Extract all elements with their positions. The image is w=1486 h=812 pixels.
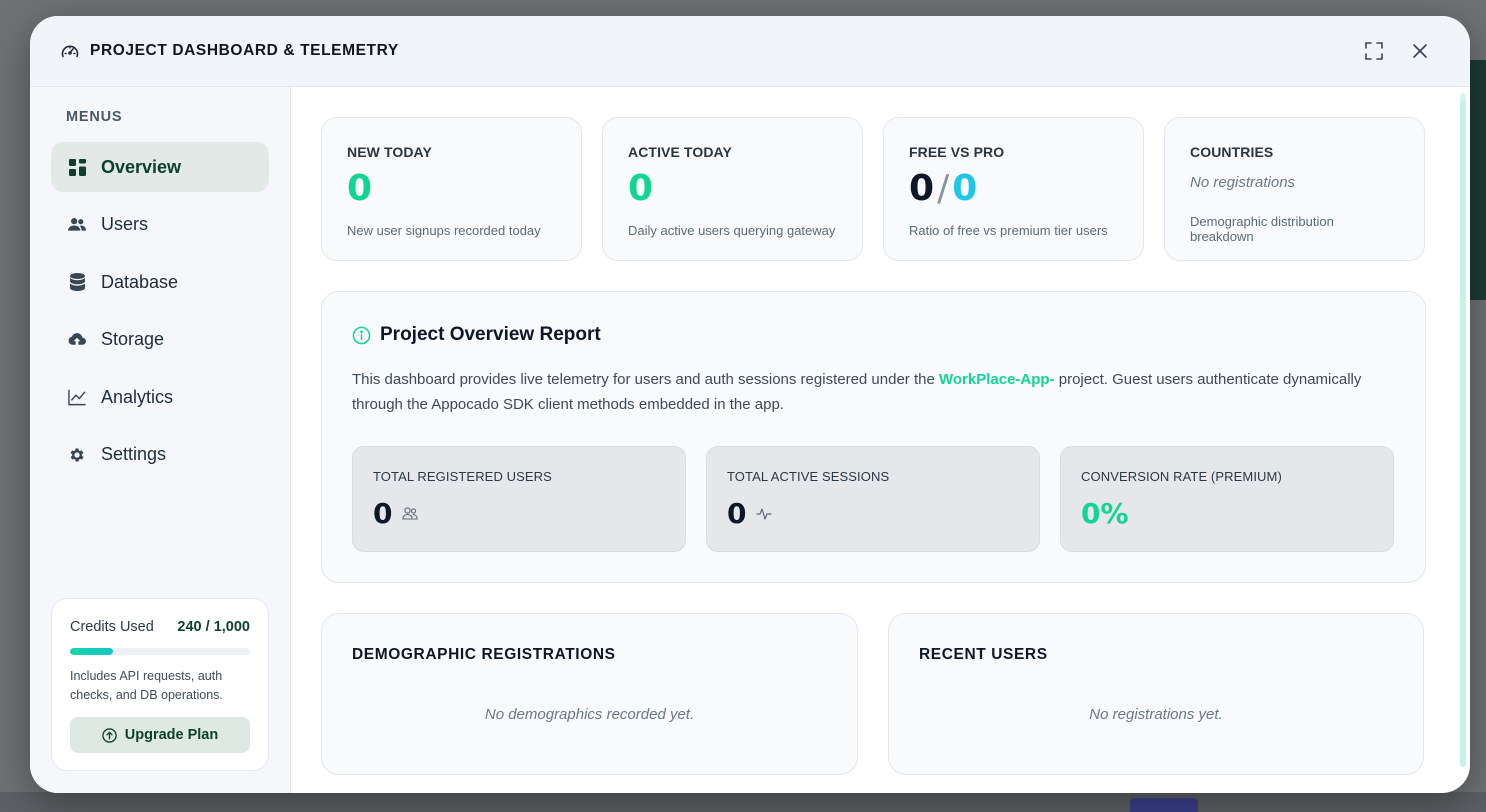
main-content: NEW TODAY 0 New user signups recorded to… <box>291 87 1470 793</box>
modal-title: PROJECT DASHBOARD & TELEMETRY <box>90 42 399 59</box>
stat-desc: New user signups recorded today <box>347 223 541 238</box>
metric-label: TOTAL ACTIVE SESSIONS <box>727 469 890 484</box>
sidebar-item-label: Settings <box>101 444 167 464</box>
metric-total-registered-users: TOTAL REGISTERED USERS 0 <box>352 446 686 552</box>
close-button[interactable] <box>1410 41 1430 61</box>
line-chart-icon <box>68 388 86 406</box>
panel-empty-state: No demographics recorded yet. <box>484 706 695 723</box>
stat-card-free-vs-pro: FREE VS PRO 0/0 Ratio of free vs premium… <box>883 117 1144 261</box>
ratio-slash: / <box>937 168 950 209</box>
arrow-up-circle-icon <box>102 727 117 743</box>
dashboard-modal: PROJECT DASHBOARD & TELEMETRY MENUS Over… <box>30 16 1470 793</box>
grid-icon <box>68 158 86 176</box>
upgrade-plan-button[interactable]: Upgrade Plan <box>70 717 250 753</box>
sidebar-item-settings[interactable]: Settings <box>51 430 269 480</box>
credits-progress-bar <box>70 648 250 655</box>
credits-card: Credits Used 240 / 1,000 Includes API re… <box>51 598 269 771</box>
panel-title: DEMOGRAPHIC REGISTRATIONS <box>352 646 616 663</box>
stat-title: ACTIVE TODAY <box>628 144 732 160</box>
metric-value: 0 <box>373 497 393 530</box>
fullscreen-button[interactable] <box>1364 41 1384 61</box>
menus-label: MENUS <box>66 109 123 125</box>
sidebar-item-users[interactable]: Users <box>51 200 269 250</box>
credits-value: 240 / 1,000 <box>177 619 250 635</box>
sidebar-item-database[interactable]: Database <box>51 257 269 307</box>
stat-value: 0 <box>347 168 373 209</box>
sidebar-item-label: Users <box>101 214 149 234</box>
info-icon <box>352 326 371 344</box>
free-count: 0 <box>909 168 935 209</box>
credits-note: Includes API requests, auth checks, and … <box>70 669 223 702</box>
credits-progress-fill <box>70 648 114 655</box>
gear-icon <box>68 446 86 464</box>
stat-title: FREE VS PRO <box>909 144 1005 160</box>
users-icon <box>68 216 86 234</box>
sidebar: MENUS Overview Users Database Storage An… <box>30 87 291 793</box>
close-icon <box>1413 44 1427 58</box>
gauge-icon <box>60 41 80 61</box>
metric-value: 0 <box>727 497 747 530</box>
bottom-panels: DEMOGRAPHIC REGISTRATIONS No demographic… <box>321 613 1426 775</box>
stat-desc: Daily active users querying gateway <box>628 223 836 238</box>
scrollbar-thumb[interactable] <box>1460 101 1466 767</box>
metrics-row: TOTAL REGISTERED USERS 0 TOTAL ACTIVE SE… <box>352 446 1395 552</box>
demographic-registrations-panel: DEMOGRAPHIC REGISTRATIONS No demographic… <box>321 613 858 775</box>
report-text: This dashboard provides live telemetry f… <box>352 367 1395 417</box>
sidebar-item-label: Storage <box>101 329 165 349</box>
metric-label: TOTAL REGISTERED USERS <box>373 469 552 484</box>
users-outline-icon <box>402 507 419 520</box>
sidebar-item-label: Overview <box>101 156 182 177</box>
stat-desc: Demographic distribution breakdown <box>1190 214 1334 244</box>
scrollbar[interactable] <box>1460 93 1466 767</box>
metric-total-active-sessions: TOTAL ACTIVE SESSIONS 0 <box>706 446 1040 552</box>
stat-desc: Ratio of free vs premium tier users <box>909 223 1108 238</box>
project-overview-report: Project Overview Report This dashboard p… <box>321 291 1426 583</box>
metric-label: CONVERSION RATE (PREMIUM) <box>1081 469 1282 484</box>
metric-value: 0% <box>1081 497 1129 530</box>
stat-card-countries: COUNTRIES No registrations Demographic d… <box>1164 117 1425 261</box>
sidebar-item-label: Analytics <box>101 386 174 407</box>
modal-header: PROJECT DASHBOARD & TELEMETRY <box>30 16 1470 87</box>
upgrade-plan-label: Upgrade Plan <box>124 727 219 743</box>
stats-row: NEW TODAY 0 New user signups recorded to… <box>321 117 1426 261</box>
stat-title: COUNTRIES <box>1190 144 1274 160</box>
report-title: Project Overview Report <box>380 324 601 345</box>
credits-label: Credits Used <box>70 619 154 635</box>
backdrop-bar <box>0 792 1486 812</box>
report-text-before: This dashboard provides live telemetry f… <box>352 371 939 388</box>
sidebar-item-analytics[interactable]: Analytics <box>51 372 269 422</box>
stat-title: NEW TODAY <box>347 144 432 160</box>
backdrop-panel <box>1470 60 1486 300</box>
activity-icon <box>756 507 773 520</box>
cloud-upload-icon <box>68 331 86 349</box>
stat-value-ratio: 0/0 <box>909 169 1118 209</box>
panel-title: RECENT USERS <box>919 646 1048 663</box>
stat-card-new-today: NEW TODAY 0 New user signups recorded to… <box>321 117 582 261</box>
pro-count: 0 <box>952 168 978 209</box>
metric-conversion-rate: CONVERSION RATE (PREMIUM) 0% <box>1060 446 1394 552</box>
expand-icon <box>1365 42 1383 60</box>
stat-value: 0 <box>628 168 654 209</box>
sidebar-item-label: Database <box>101 271 179 292</box>
database-icon <box>68 273 86 291</box>
header-actions <box>1364 41 1440 61</box>
sidebar-item-overview[interactable]: Overview <box>51 142 269 192</box>
recent-users-panel: RECENT USERS No registrations yet. <box>888 613 1424 775</box>
panel-empty-state: No registrations yet. <box>1089 706 1223 723</box>
sidebar-item-storage[interactable]: Storage <box>51 315 269 365</box>
project-name: WorkPlace-App- <box>938 371 1055 388</box>
backdrop-chip <box>1130 798 1198 812</box>
stat-empty: No registrations <box>1190 174 1296 191</box>
stat-card-active-today: ACTIVE TODAY 0 Daily active users queryi… <box>602 117 863 261</box>
